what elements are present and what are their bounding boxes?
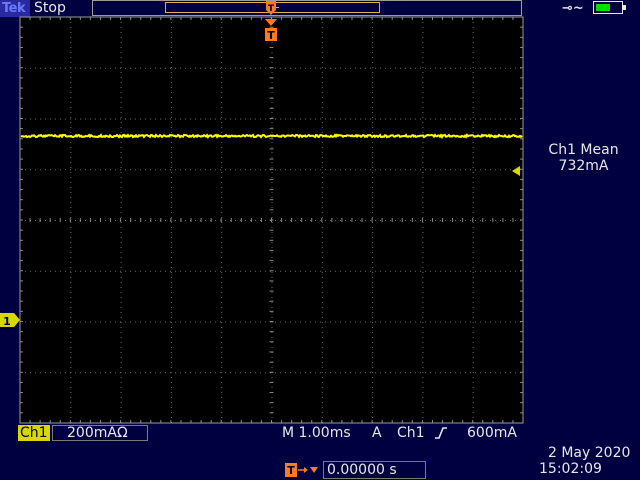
ch1-vertical-scale[interactable]: 200mAΩ: [52, 425, 148, 441]
trigger-position-icon: T: [285, 463, 318, 477]
time-readout: 15:02:09: [539, 461, 602, 477]
waveform-display[interactable]: T T 1: [0, 0, 640, 480]
ch1-scale-value: 200mA: [67, 425, 117, 441]
trigger-marker-label: T: [267, 29, 275, 42]
trigger-level[interactable]: 600mA: [467, 425, 517, 441]
trigger-marker-top-label: T: [268, 4, 275, 14]
ch1-marker-label: 1: [3, 315, 11, 328]
trigger-source[interactable]: Ch1: [397, 425, 425, 441]
measurement-value: 732mA: [558, 158, 609, 174]
trigger-mode: A: [372, 425, 382, 441]
measurement-label: Ch1 Mean: [548, 142, 619, 158]
rising-edge-icon: [435, 427, 447, 439]
trigger-position-readout[interactable]: 0.00000 s: [323, 461, 426, 479]
svg-text:T: T: [287, 464, 295, 477]
impedance-symbol: Ω: [116, 425, 128, 441]
date-readout: 2 May 2020: [548, 445, 631, 461]
ch1-label-badge[interactable]: Ch1: [18, 425, 50, 441]
trigger-position-marker-top[interactable]: T: [266, 1, 276, 15]
timebase-readout[interactable]: M 1.00ms: [282, 425, 351, 441]
